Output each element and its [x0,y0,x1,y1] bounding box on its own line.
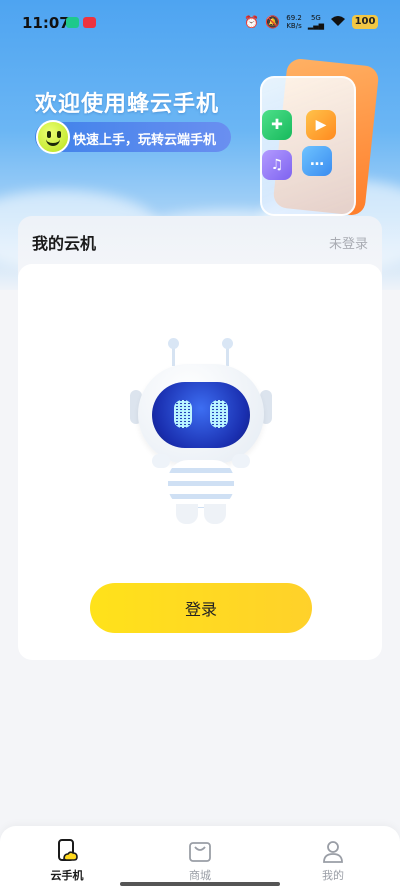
user-icon [323,841,343,863]
hero-subtitle: 快速上手，玩转云端手机 [73,133,217,148]
chat-icon: … [302,146,332,176]
tab-mall[interactable]: 商城 [165,838,235,883]
tab-label: 商城 [189,869,211,882]
alarm-icon: ⏰ [244,15,260,29]
login-button[interactable]: 登录 [90,583,312,633]
tab-label: 我的 [322,869,344,882]
battery-indicator: 100 [352,15,378,29]
play-icon: ▶ [306,110,336,140]
network-speed: 69.2 KB/s [286,14,302,30]
phone-illustration: ✚ ▶ ♫ … [258,57,386,218]
status-time: 11:07 [22,14,70,32]
tab-mine[interactable]: 我的 [298,838,368,883]
card-title: 我的云机 [32,234,97,253]
my-cloud-phone-card: 我的云机 未登录 登录 [18,216,382,660]
cloud-phone-icon [58,839,78,861]
gamepad-icon: ✚ [262,110,292,140]
shopping-bag-icon [189,842,211,862]
mute-icon: 🔕 [265,15,281,29]
status-bar: 11:07 ⏰ 🔕 69.2 KB/s 5G ▂▄▆ 100 [0,0,400,44]
notification-app-icon [83,17,96,28]
bottom-nav: 云手机 商城 我的 [0,826,400,889]
tab-label: 云手机 [50,869,84,882]
smiley-icon [36,120,70,154]
music-icon: ♫ [262,150,292,180]
login-status: 未登录 [328,237,368,252]
tab-cloud-phone[interactable]: 云手机 [32,838,102,883]
card-body: 登录 [18,264,382,660]
hero-title: 欢迎使用蜂云手机 [35,92,220,117]
notification-app-icon [66,17,79,28]
robot-mascot [126,338,276,534]
signal-icon: 5G ▂▄▆ [307,14,324,30]
home-indicator[interactable] [120,882,280,886]
wifi-icon [330,15,346,30]
